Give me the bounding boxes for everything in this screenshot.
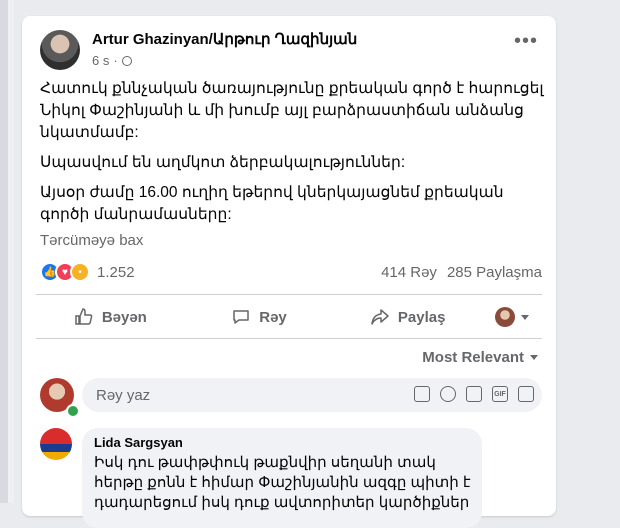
gif-icon[interactable]: GIF [492, 386, 508, 402]
post-stats: 414 Rəy 285 Paylaşma [381, 264, 542, 281]
comment-sort-dropdown[interactable]: Most Relevant [422, 349, 538, 366]
commenter-avatar-top [40, 428, 72, 444]
chevron-down-icon [521, 314, 530, 320]
divider [36, 338, 542, 339]
sort-label: Most Relevant [422, 349, 524, 366]
share-label: Paylaş [397, 308, 446, 326]
comment-input[interactable] [94, 386, 378, 405]
see-translation-link[interactable]: Tərcüməyə bax [40, 232, 143, 249]
page-left-edge [0, 0, 8, 503]
comment-box[interactable]: GIF [82, 378, 542, 412]
share-button[interactable]: Paylaş [333, 307, 482, 327]
more-options-icon[interactable]: ••• [514, 31, 538, 51]
post-paragraph: Այսօր ժամը 16.00 ուղիղ եթերով կներկայացն… [40, 184, 504, 223]
comment-icon [233, 310, 249, 324]
reactions-count[interactable]: 1.252 [97, 264, 135, 281]
post-meta: 6 s · [92, 53, 132, 68]
comment-tools: GIF [414, 386, 534, 402]
comment-button[interactable]: Rəy [185, 307, 334, 327]
post-actions: Bəyən Rəy Paylaş [36, 298, 542, 336]
post-text: Հատուկ քննչական ծառայությունը քրեական գո… [40, 78, 545, 234]
like-button[interactable]: Bəyən [36, 307, 185, 327]
page-left-edge-inner [8, 0, 14, 503]
share-icon [371, 309, 389, 325]
online-status-dot [66, 404, 80, 418]
comment-label: Rəy [259, 308, 287, 326]
comment-bubble: Lida Sargsyan Իսկ դու թափթփուկ թաքնվիր ս… [82, 428, 482, 528]
camera-icon[interactable] [466, 386, 482, 402]
post-paragraph: Հատուկ քննչական ծառայությունը քրեական գո… [40, 80, 544, 141]
react-as-selector[interactable] [482, 307, 542, 327]
commenter-avatar-flag [40, 444, 72, 460]
like-label: Bəyən [101, 308, 147, 326]
profile-avatar [495, 307, 516, 327]
divider [36, 294, 542, 295]
reactions-summary[interactable]: 👍 ♥ • 1.252 [40, 262, 135, 282]
emoji-icon[interactable] [440, 386, 456, 402]
commenter-name[interactable]: Lida Sargsyan [94, 435, 183, 450]
author-avatar[interactable] [40, 30, 80, 70]
post-time[interactable]: 6 s [92, 53, 109, 68]
sticker-icon[interactable] [414, 386, 430, 402]
shares-count[interactable]: 285 Paylaşma [447, 264, 542, 281]
globe-icon [121, 55, 132, 66]
post-paragraph: Սպասվում են աղմկոտ ձերբակալություններ: [40, 154, 406, 171]
sticker2-icon[interactable] [518, 386, 534, 402]
comments-count[interactable]: 414 Rəy [381, 264, 437, 281]
chevron-down-icon [530, 355, 538, 360]
thumbs-up-icon [75, 308, 93, 325]
angry-reaction-icon: • [70, 262, 90, 282]
post-card: Artur Ghazinyan/Արթուր Ղազինյան 6 s · ••… [22, 16, 556, 528]
commenter-avatar[interactable] [40, 428, 72, 460]
comment-text: Իսկ դու թափթփուկ թաքնվիր սեղանի տակ հերթ… [94, 454, 471, 511]
author-name[interactable]: Artur Ghazinyan/Արթուր Ղազինյան [92, 30, 357, 48]
